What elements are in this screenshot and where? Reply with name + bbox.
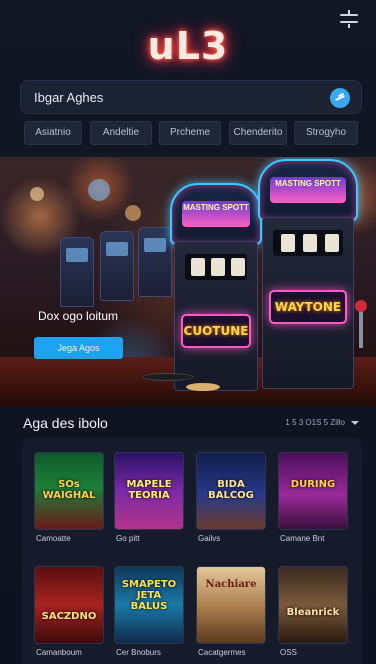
game-card[interactable]: Nachiare Cacatgermes	[196, 566, 266, 664]
game-name: Cacatgermes	[198, 648, 246, 657]
sort-dropdown[interactable]: 1 5 3 O1S 5 Zillo	[285, 418, 359, 427]
game-art-title: Nachiare	[205, 579, 257, 590]
game-name: Cer Bnoburs	[116, 648, 161, 657]
casino-chip	[142, 373, 194, 381]
chip-2[interactable]: Andeltie	[90, 121, 152, 145]
game-card[interactable]: DURING Camane Bnt	[278, 452, 348, 550]
game-card[interactable]: SMAPETO JETA BALUS Cer Bnoburs	[114, 566, 184, 664]
hero-banner[interactable]: MASTING SPOTT CUOTUNE MASTING SPOTT WAYT…	[0, 157, 376, 406]
brand-logo[interactable]: uL3	[0, 24, 376, 68]
game-thumbnail: Nachiare	[196, 566, 266, 644]
search-bar[interactable]: Ibgar Aghes	[20, 80, 362, 114]
game-name: Gailvs	[198, 534, 221, 543]
game-card[interactable]: SACZDNO Camanboum	[34, 566, 104, 664]
machine-sign: WAYTONE	[269, 290, 347, 324]
background-slot-machine	[100, 231, 134, 301]
section-title: Aga des ibolo	[23, 415, 108, 431]
header: uL3	[0, 0, 376, 74]
chip-3[interactable]: Prcheme	[159, 121, 221, 145]
game-thumbnail: SOs WAIGHAL	[34, 452, 104, 530]
sort-label: 1 5 3 O1S 5 Zillo	[285, 418, 345, 427]
background-slot-machine	[60, 237, 94, 307]
bokeh-light	[30, 187, 44, 201]
search-input[interactable]: Ibgar Aghes	[34, 90, 103, 105]
casino-chip	[186, 383, 220, 391]
game-name: Camoatte	[36, 534, 71, 543]
machine-sign: CUOTUNE	[181, 314, 251, 348]
slot-machine-left: MASTING SPOTT CUOTUNE	[170, 183, 262, 391]
game-name: Camane Bnt	[280, 534, 325, 543]
send-icon[interactable]	[330, 88, 350, 108]
chip-1[interactable]: Asiatnio	[24, 121, 82, 145]
game-card[interactable]: SOs WAIGHAL Camoatte	[34, 452, 104, 550]
game-art-title: MAPELE TEORIA	[126, 479, 172, 501]
chip-4[interactable]: Chenderito	[229, 121, 287, 145]
sliders-icon[interactable]	[340, 10, 360, 28]
game-thumbnail: MAPELE TEORIA	[114, 452, 184, 530]
game-thumbnail: BIDA BALCOG	[196, 452, 266, 530]
game-thumbnail: SACZDNO	[34, 566, 104, 644]
game-art-title: BIDA BALCOG	[208, 479, 254, 501]
hero-cta-button[interactable]: Jega Agos	[34, 337, 123, 359]
bokeh-light	[88, 179, 110, 201]
game-art-title: SOs WAIGHAL	[42, 479, 96, 501]
game-name: Camanboum	[36, 648, 82, 657]
game-card[interactable]: MAPELE TEORIA Go pitt	[114, 452, 184, 550]
chevron-down-icon	[351, 420, 359, 425]
hero-title: Dox ogo loitum	[38, 309, 119, 323]
game-thumbnail: Bleanrick	[278, 566, 348, 644]
game-card[interactable]: BIDA BALCOG Gailvs	[196, 452, 266, 550]
chip-5[interactable]: Strogyho	[294, 121, 358, 145]
game-art-title: SACZDNO	[41, 611, 97, 622]
game-art-title: DURING	[290, 479, 336, 490]
slot-machine-right: MASTING SPOTT WAYTONE	[258, 159, 367, 391]
game-art-title: SMAPETO JETA BALUS	[121, 579, 177, 612]
game-thumbnail: SMAPETO JETA BALUS	[114, 566, 184, 644]
game-art-title: Bleanrick	[286, 607, 340, 618]
background-slot-machine	[138, 227, 172, 297]
game-name: OSS	[280, 648, 297, 657]
games-grid: SOs WAIGHAL Camoatte MAPELE TEORIA Go pi…	[22, 438, 362, 664]
game-card[interactable]: Bleanrick OSS	[278, 566, 348, 664]
category-chips: Asiatnio Andeltie Prcheme Chenderito Str…	[24, 121, 358, 145]
game-name: Go pitt	[116, 534, 140, 543]
game-thumbnail: DURING	[278, 452, 348, 530]
bokeh-light	[125, 205, 141, 221]
app-screen: uL3 Ibgar Aghes Asiatnio Andeltie Prchem…	[0, 0, 376, 664]
